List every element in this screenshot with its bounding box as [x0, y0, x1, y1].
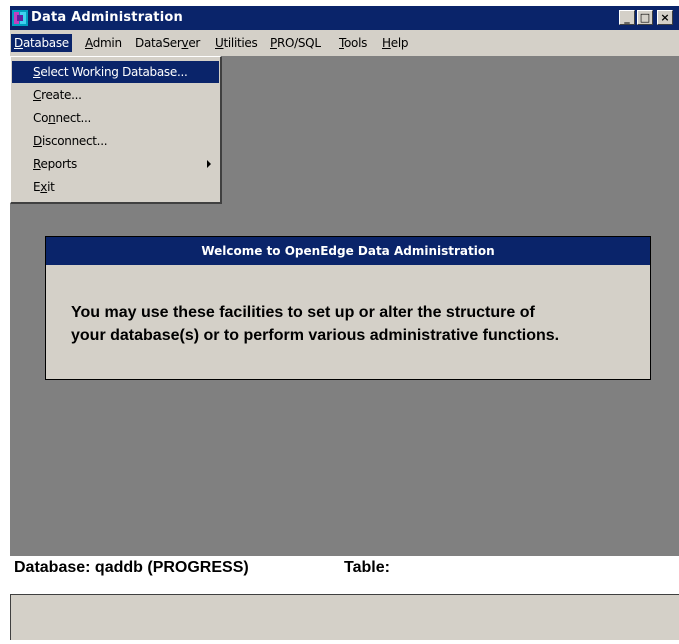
- status-database: Database: qaddb (PROGRESS): [14, 559, 249, 576]
- menu-tools[interactable]: Tools: [336, 34, 370, 52]
- menu-item-reports[interactable]: Reports: [12, 153, 219, 175]
- progress-app-icon: [12, 10, 28, 26]
- menu-item-disconnect[interactable]: Disconnect...: [12, 130, 219, 152]
- status-table: Table:: [344, 559, 390, 576]
- application-window: Data Administration _ □ × Database Admin…: [0, 0, 679, 644]
- menu-pro-sql[interactable]: PRO/SQL: [267, 34, 324, 52]
- menu-bar: Database Admin DataServer Utilities PRO/…: [10, 30, 679, 56]
- close-icon: ×: [660, 11, 670, 24]
- minimize-icon: _: [624, 11, 630, 24]
- menu-item-connect[interactable]: Connect...: [12, 107, 219, 129]
- status-bar: Database: qaddb (PROGRESS) Table:: [10, 556, 679, 580]
- close-button[interactable]: ×: [657, 10, 673, 25]
- menu-admin[interactable]: Admin: [82, 34, 125, 52]
- title-bar[interactable]: Data Administration _ □ ×: [10, 6, 679, 30]
- menu-item-create[interactable]: Create...: [12, 84, 219, 106]
- database-menu-dropdown: Select Working Database... Create... Con…: [10, 56, 222, 204]
- menu-item-select-working-database[interactable]: Select Working Database...: [12, 61, 219, 83]
- welcome-message: You may use these facilities to set up o…: [71, 301, 631, 347]
- minimize-button[interactable]: _: [619, 10, 635, 25]
- menu-dataserver[interactable]: DataServer: [132, 34, 203, 52]
- maximize-icon: □: [639, 11, 651, 24]
- maximize-button[interactable]: □: [637, 10, 653, 25]
- welcome-line-1: You may use these facilities to set up o…: [71, 304, 535, 321]
- submenu-arrow-icon: [207, 160, 211, 168]
- message-area: [10, 594, 679, 640]
- welcome-title: Welcome to OpenEdge Data Administration: [46, 237, 650, 265]
- welcome-panel: Welcome to OpenEdge Data Administration …: [45, 236, 651, 380]
- menu-help[interactable]: Help: [379, 34, 411, 52]
- menu-utilities[interactable]: Utilities: [212, 34, 260, 52]
- window-title: Data Administration: [31, 10, 183, 25]
- menu-item-exit[interactable]: Exit: [12, 176, 219, 198]
- menu-database[interactable]: Database: [11, 34, 72, 52]
- welcome-line-2: your database(s) or to perform various a…: [71, 327, 560, 344]
